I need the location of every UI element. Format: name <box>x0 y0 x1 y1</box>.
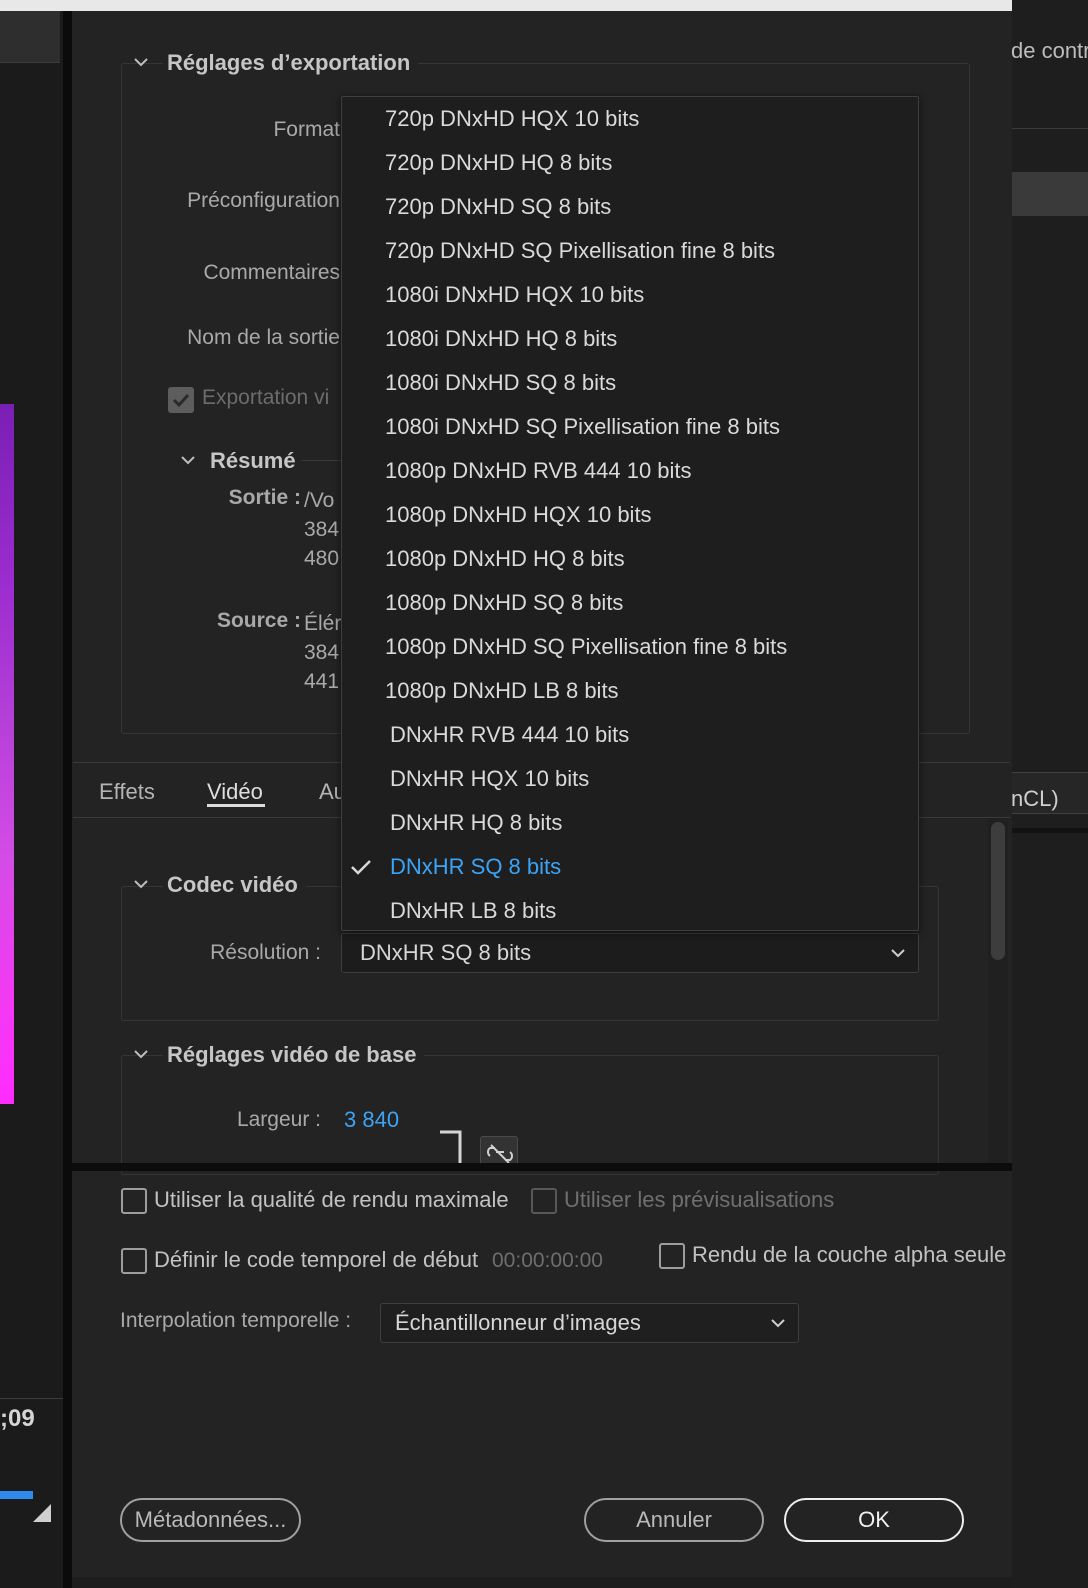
dropdown-option[interactable]: 720p DNxHD HQ 8 bits <box>385 141 612 185</box>
chevron-down-icon[interactable] <box>134 1049 148 1059</box>
basic-video-title: Réglages vidéo de base <box>163 1042 425 1068</box>
summary-source-line: Élér <box>304 612 342 635</box>
ok-button[interactable]: OK <box>784 1498 964 1542</box>
resolution-select[interactable]: DNxHR SQ 8 bits <box>341 933 919 973</box>
window-top-strip <box>0 0 1012 11</box>
max-render-quality-label: Utiliser la qualité de rendu maximale <box>154 1187 509 1212</box>
width-value[interactable]: 3 840 <box>344 1107 399 1133</box>
dropdown-option[interactable]: 1080i DNxHD HQ 8 bits <box>385 317 617 361</box>
dropdown-option[interactable]: 720p DNxHD HQX 10 bits <box>385 97 639 141</box>
summary-source-line: 441 <box>304 670 340 693</box>
summary-title: Résumé <box>210 448 296 474</box>
summary-output-label: Sortie : <box>228 486 301 509</box>
preview-image <box>0 404 14 1104</box>
link-bracket <box>440 1130 462 1164</box>
resolution-dropdown-list[interactable]: 720p DNxHD HQX 10 bits 720p DNxHD HQ 8 b… <box>341 96 919 931</box>
dropdown-option[interactable]: 1080p DNxHD HQ 8 bits <box>385 537 625 581</box>
summary-divider <box>302 460 342 461</box>
time-interpolation-label: Interpolation temporelle : <box>120 1309 352 1332</box>
dropdown-option[interactable]: DNxHR HQ 8 bits <box>390 801 562 845</box>
summary-output-line: /Vo <box>304 489 335 512</box>
use-previews-checkbox[interactable] <box>531 1188 557 1214</box>
dropdown-option[interactable]: 720p DNxHD SQ Pixellisation fine 8 bits <box>385 229 775 273</box>
video-codec-title: Codec vidéo <box>163 872 306 898</box>
export-settings-title: Réglages d’exportation <box>163 50 419 76</box>
dropdown-option[interactable]: DNxHR LB 8 bits <box>390 889 556 933</box>
start-timecode-label: Définir le code temporel de début <box>154 1247 479 1272</box>
right-panel-divider <box>1012 128 1088 129</box>
tab-video[interactable]: Vidéo <box>207 779 263 805</box>
alpha-only-label: Rendu de la couche alpha seule <box>692 1242 1007 1267</box>
checkmark-icon <box>172 393 190 408</box>
dropdown-option[interactable]: 1080p DNxHD SQ Pixellisation fine 8 bits <box>385 625 787 669</box>
resolution-label: Résolution : <box>210 941 321 964</box>
preview-divider <box>0 1398 63 1399</box>
start-timecode-checkbox[interactable] <box>121 1248 147 1274</box>
dropdown-option[interactable]: 1080i DNxHD HQX 10 bits <box>385 273 644 317</box>
max-render-quality-checkbox[interactable] <box>121 1188 147 1214</box>
summary-source-line: 384 <box>304 641 340 664</box>
resolution-value: DNxHR SQ 8 bits <box>360 940 532 965</box>
summary-output-line: 384 <box>304 518 340 541</box>
output-name-label: Nom de la sortie <box>187 326 340 349</box>
dropdown-option[interactable]: 1080i DNxHD SQ Pixellisation fine 8 bits <box>385 405 780 449</box>
chevron-down-icon <box>891 949 905 958</box>
preview-timecode: ;09 <box>0 1405 35 1432</box>
dropdown-option[interactable]: 1080p DNxHD HQX 10 bits <box>385 493 652 537</box>
dropdown-option[interactable]: 720p DNxHD SQ 8 bits <box>385 185 611 229</box>
chevron-down-icon[interactable] <box>134 57 148 67</box>
export-video-checkbox[interactable] <box>168 387 194 413</box>
right-panel-separator <box>1012 828 1088 833</box>
format-label: Format <box>273 118 340 141</box>
export-video-label: Exportation vi <box>202 386 330 409</box>
preview-panel-header <box>0 11 60 63</box>
start-timecode-value[interactable]: 00:00:00:00 <box>492 1249 603 1273</box>
tab-effects[interactable]: Effets <box>99 779 155 805</box>
summary-output-line: 480 <box>304 547 340 570</box>
cancel-button[interactable]: Annuler <box>584 1498 764 1542</box>
preview-scrub-bar[interactable] <box>0 1491 33 1499</box>
width-label: Largeur : <box>236 1108 321 1131</box>
scrollbar-thumb[interactable] <box>991 822 1005 960</box>
dropdown-option[interactable]: 1080p DNxHD SQ 8 bits <box>385 581 623 625</box>
time-interpolation-select[interactable]: Échantillonneur d’images <box>380 1303 799 1343</box>
alpha-only-checkbox[interactable] <box>659 1243 685 1269</box>
checkmark-icon <box>351 860 371 875</box>
right-panel-field-text: nCL) <box>1011 786 1059 811</box>
dropdown-option[interactable]: DNxHR HQX 10 bits <box>390 757 589 801</box>
summary-source-label: Source : <box>216 609 301 632</box>
dropdown-option[interactable]: DNxHR RVB 444 10 bits <box>390 713 629 757</box>
active-tab-indicator <box>207 804 265 807</box>
metadata-button[interactable]: Métadonnées... <box>120 1498 301 1542</box>
right-panel-selected-row[interactable] <box>1012 172 1088 216</box>
preset-label: Préconfiguration <box>187 189 340 212</box>
scrub-handle-icon[interactable] <box>33 1504 51 1522</box>
dropdown-option[interactable]: 1080p DNxHD LB 8 bits <box>385 669 619 713</box>
chevron-down-icon[interactable] <box>181 455 195 465</box>
dropdown-option-selected[interactable]: DNxHR SQ 8 bits <box>390 845 561 889</box>
dropdown-option[interactable]: 1080i DNxHD SQ 8 bits <box>385 361 616 405</box>
time-interpolation-value: Échantillonneur d’images <box>395 1310 641 1335</box>
right-panel-title: de contr <box>1011 38 1088 63</box>
bottom-divider <box>72 1163 1012 1171</box>
chevron-down-icon[interactable] <box>134 879 148 889</box>
comments-label: Commentaires <box>203 261 340 284</box>
dropdown-option[interactable]: 1080p DNxHD RVB 444 10 bits <box>385 449 692 493</box>
panel-divider <box>63 11 72 1588</box>
use-previews-label: Utiliser les prévisualisations <box>564 1187 835 1212</box>
chevron-down-icon <box>771 1319 785 1328</box>
